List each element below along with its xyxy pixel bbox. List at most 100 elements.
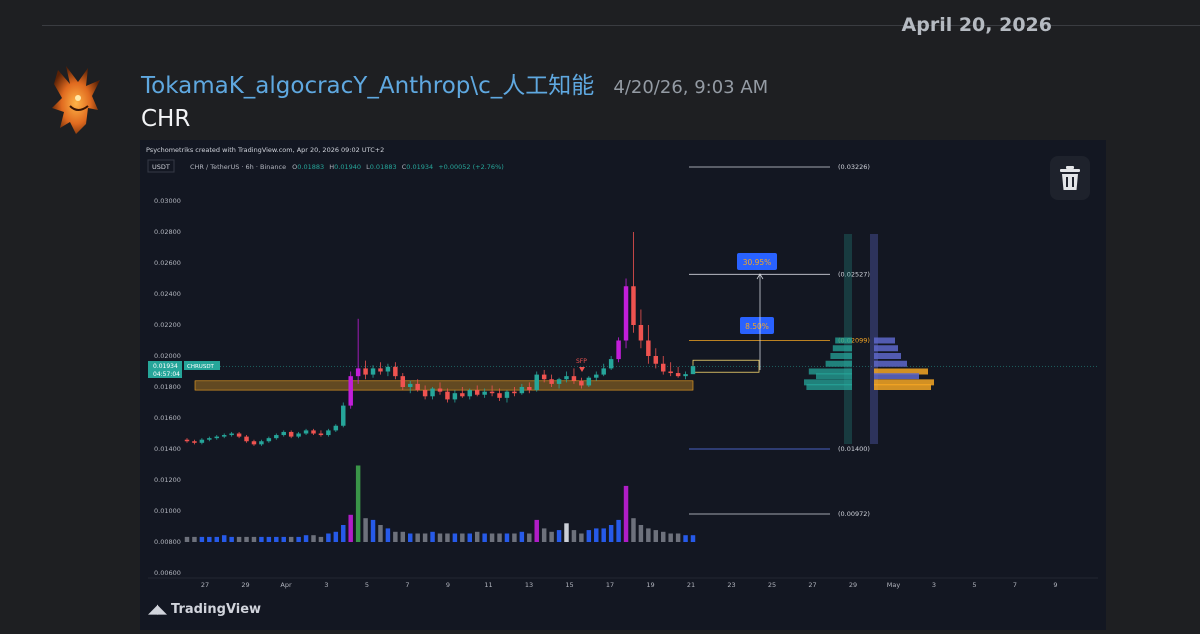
candle[interactable] xyxy=(690,365,696,375)
candle[interactable] xyxy=(504,390,510,403)
x-axis-label: 17 xyxy=(606,581,614,589)
candle[interactable] xyxy=(251,439,257,446)
candle[interactable] xyxy=(623,278,629,349)
candle[interactable] xyxy=(653,348,659,369)
volume-bar xyxy=(519,531,525,542)
y-axis-label: 0.01200 xyxy=(154,476,181,484)
dragon-avatar[interactable] xyxy=(48,62,104,138)
candle[interactable] xyxy=(199,438,205,445)
volume-bar xyxy=(601,528,606,542)
candle[interactable] xyxy=(430,387,435,400)
candle[interactable] xyxy=(192,439,197,445)
volume-bar xyxy=(430,531,435,542)
candle[interactable] xyxy=(370,365,376,378)
vp-bar-buy xyxy=(825,360,852,367)
candle[interactable] xyxy=(281,430,286,437)
candle[interactable] xyxy=(348,371,353,409)
vp-bar-sell xyxy=(874,384,931,390)
candle[interactable] xyxy=(601,363,606,377)
delete-button[interactable] xyxy=(1050,156,1090,200)
candle[interactable] xyxy=(616,337,621,363)
candle[interactable] xyxy=(534,371,539,392)
candle[interactable] xyxy=(661,356,666,375)
candle[interactable] xyxy=(214,435,219,440)
candle[interactable] xyxy=(184,438,190,443)
username[interactable]: TokamaK_algocracY_Anthrop\c_人工知能 xyxy=(141,73,594,99)
candle[interactable] xyxy=(333,424,339,432)
volume-bar xyxy=(385,528,391,542)
volume-bar xyxy=(370,519,376,542)
vp-bar-buy xyxy=(816,373,852,380)
candle[interactable] xyxy=(326,428,331,437)
volume-bar xyxy=(274,536,279,542)
sfp-label: SFP xyxy=(576,358,587,365)
candle[interactable] xyxy=(631,232,636,333)
candle[interactable] xyxy=(355,318,361,384)
x-axis-label: May xyxy=(887,581,901,589)
vp-bar-sell xyxy=(874,345,898,352)
candle[interactable] xyxy=(385,363,391,377)
candle[interactable] xyxy=(229,431,234,437)
candle[interactable] xyxy=(318,430,324,437)
vp-bar-buy xyxy=(832,345,852,352)
volume-bar xyxy=(460,533,465,542)
candle[interactable] xyxy=(236,431,242,439)
candle[interactable] xyxy=(303,428,309,436)
volume-bar xyxy=(608,525,614,542)
candle[interactable] xyxy=(393,362,398,380)
candle[interactable] xyxy=(638,309,644,349)
candle[interactable] xyxy=(288,430,294,439)
volume-bar xyxy=(549,531,554,542)
candle[interactable] xyxy=(445,388,450,403)
volume-bar xyxy=(594,528,599,542)
chart-embed[interactable]: Psychometriks created with TradingView.c… xyxy=(140,140,1106,630)
candle[interactable] xyxy=(608,356,614,370)
candle[interactable] xyxy=(274,433,279,440)
volume-bar xyxy=(668,533,673,542)
candle[interactable] xyxy=(221,433,227,439)
volume-bar xyxy=(616,519,621,542)
candle[interactable] xyxy=(259,439,264,446)
volume-bar xyxy=(675,533,681,542)
candle[interactable] xyxy=(296,431,301,439)
volume-bar xyxy=(422,533,428,542)
candle[interactable] xyxy=(586,376,592,387)
volume-bar xyxy=(199,536,205,542)
volume-bar xyxy=(326,533,331,542)
fib-level-label: (0.00972) xyxy=(838,510,870,518)
candle[interactable] xyxy=(497,388,502,401)
candle[interactable] xyxy=(311,428,316,436)
candle[interactable] xyxy=(266,436,272,443)
candle[interactable] xyxy=(378,362,383,375)
candle[interactable] xyxy=(207,436,212,442)
volume-bar xyxy=(311,535,316,542)
tradingview-watermark[interactable]: ◢◣ TradingView xyxy=(148,602,261,617)
x-axis-label: 27 xyxy=(808,581,816,589)
volume-bar xyxy=(564,523,569,542)
support-zone-rect[interactable] xyxy=(194,380,694,391)
volume-bar xyxy=(445,533,450,542)
candle[interactable] xyxy=(675,366,681,378)
candle[interactable] xyxy=(363,360,368,380)
y-axis-label: 0.01000 xyxy=(154,507,181,515)
volume-bar xyxy=(288,536,294,542)
candle[interactable] xyxy=(452,390,458,403)
target-label-2: 8.50% xyxy=(745,322,769,331)
candle[interactable] xyxy=(683,371,688,380)
candle[interactable] xyxy=(541,369,547,383)
volume-bar xyxy=(504,533,510,542)
candle[interactable] xyxy=(467,388,472,400)
candle[interactable] xyxy=(244,435,249,443)
candle[interactable] xyxy=(341,402,346,428)
volume-bar xyxy=(348,514,353,542)
volume-bar xyxy=(184,536,190,542)
candle[interactable] xyxy=(668,362,673,377)
candle[interactable] xyxy=(594,371,599,381)
volume-bar xyxy=(244,536,249,542)
projection-box[interactable] xyxy=(692,359,760,373)
message-timestamp[interactable]: 4/20/26, 9:03 AM xyxy=(613,77,768,98)
candle[interactable] xyxy=(646,325,651,364)
volume-bar xyxy=(378,525,383,542)
x-axis-label: 27 xyxy=(201,581,209,589)
y-axis-label: 0.02400 xyxy=(154,290,181,298)
